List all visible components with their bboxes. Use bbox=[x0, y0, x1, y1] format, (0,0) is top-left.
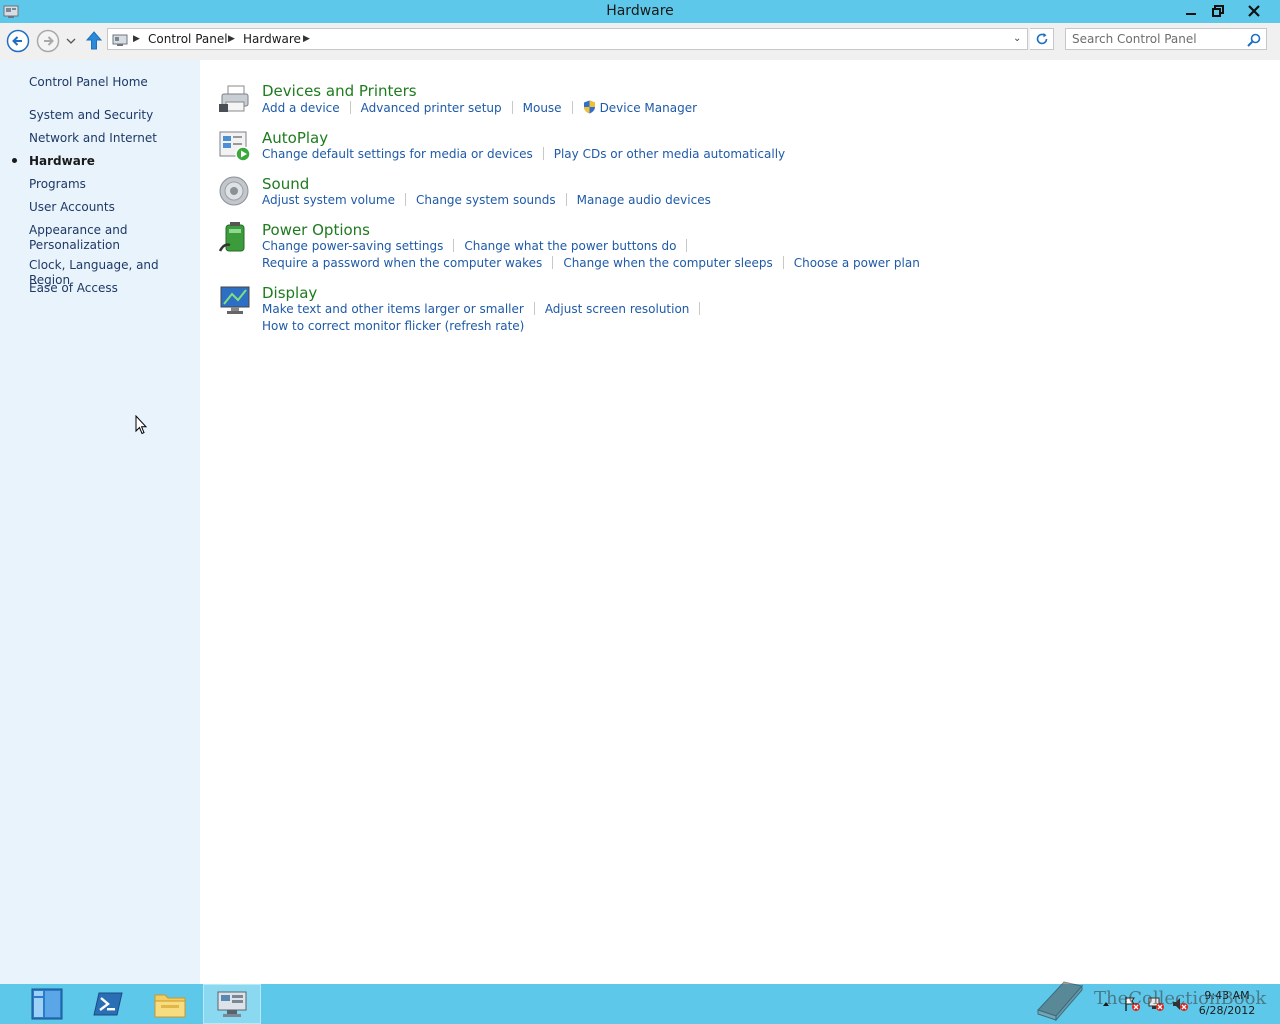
back-button[interactable] bbox=[6, 29, 30, 53]
link-play-cds-automatically[interactable]: Play CDs or other media automatically bbox=[554, 147, 785, 161]
watermark-text: TheCollectionBook bbox=[1094, 988, 1267, 1009]
category-links: Change power-saving settings Change what … bbox=[262, 239, 697, 253]
sidebar-item-label: Personalization bbox=[29, 238, 120, 252]
autoplay-icon[interactable] bbox=[218, 129, 252, 163]
refresh-button[interactable] bbox=[1030, 28, 1054, 50]
printer-icon[interactable] bbox=[218, 82, 252, 116]
link-choose-a-power-plan[interactable]: Choose a power plan bbox=[794, 256, 920, 270]
link-separator bbox=[686, 239, 688, 252]
window-title: Hardware bbox=[606, 3, 674, 19]
restore-icon bbox=[1211, 4, 1224, 17]
category-title[interactable]: Sound bbox=[262, 175, 309, 193]
link-change-system-sounds[interactable]: Change system sounds bbox=[416, 193, 556, 207]
link-advanced-printer-setup[interactable]: Advanced printer setup bbox=[361, 101, 502, 115]
watermark: TheCollectionBook bbox=[1030, 974, 1270, 1024]
breadcrumb-separator-icon[interactable]: ▶ bbox=[303, 34, 310, 44]
monitor-icon[interactable] bbox=[218, 284, 252, 318]
link-separator bbox=[565, 193, 567, 206]
link-adjust-system-volume[interactable]: Adjust system volume bbox=[262, 193, 395, 207]
link-separator bbox=[782, 256, 784, 269]
link-correct-monitor-flicker[interactable]: How to correct monitor flicker (refresh … bbox=[262, 319, 524, 333]
sidebar-item-network-and-internet[interactable]: Network and Internet bbox=[29, 131, 157, 146]
link-manage-audio-devices[interactable]: Manage audio devices bbox=[577, 193, 711, 207]
battery-icon[interactable] bbox=[218, 221, 252, 255]
taskbar-control-panel[interactable] bbox=[203, 984, 261, 1024]
refresh-icon bbox=[1036, 33, 1047, 45]
up-button[interactable] bbox=[84, 29, 104, 53]
link-separator bbox=[571, 101, 573, 114]
sidebar-item-hardware: Hardware bbox=[29, 154, 95, 168]
link-require-password-on-wake[interactable]: Require a password when the computer wak… bbox=[262, 256, 542, 270]
category-title[interactable]: Devices and Printers bbox=[262, 82, 417, 100]
title-bar: Hardware bbox=[0, 0, 1280, 23]
sidebar-item-programs[interactable]: Programs bbox=[29, 177, 86, 192]
link-add-a-device[interactable]: Add a device bbox=[262, 101, 340, 115]
search-icon[interactable] bbox=[1246, 32, 1262, 48]
mouse-cursor-icon bbox=[135, 415, 147, 435]
taskbar-powershell[interactable] bbox=[81, 984, 135, 1024]
link-change-power-buttons[interactable]: Change what the power buttons do bbox=[464, 239, 676, 253]
link-separator bbox=[511, 101, 513, 114]
category-links: Make text and other items larger or smal… bbox=[262, 302, 710, 316]
powershell-icon bbox=[93, 992, 123, 1016]
link-separator bbox=[542, 147, 544, 160]
link-separator bbox=[699, 302, 701, 315]
category-title[interactable]: AutoPlay bbox=[262, 129, 328, 147]
close-icon bbox=[1248, 4, 1260, 17]
category-title[interactable]: Display bbox=[262, 284, 317, 302]
link-separator bbox=[349, 101, 351, 114]
category-title[interactable]: Power Options bbox=[262, 221, 370, 239]
minimize-icon bbox=[1185, 12, 1196, 15]
taskbar-file-explorer[interactable] bbox=[143, 984, 197, 1024]
minimize-button[interactable] bbox=[1177, 0, 1204, 21]
category-links: Require a password when the computer wak… bbox=[262, 256, 920, 270]
restore-button[interactable] bbox=[1204, 0, 1231, 21]
book-logo-icon bbox=[1037, 981, 1083, 1022]
file-explorer-icon bbox=[154, 994, 186, 1018]
breadcrumb-hardware[interactable]: Hardware bbox=[243, 32, 301, 46]
search-box[interactable] bbox=[1065, 28, 1267, 50]
sidebar-item-ease-of-access[interactable]: Ease of Access bbox=[29, 281, 118, 296]
close-button[interactable] bbox=[1231, 0, 1277, 21]
category-links: Add a device Advanced printer setup Mouse D… bbox=[262, 100, 697, 115]
link-separator bbox=[453, 239, 455, 252]
uac-shield-icon bbox=[583, 100, 595, 114]
recent-pages-chevron-down-icon[interactable] bbox=[64, 29, 78, 53]
link-mouse[interactable]: Mouse bbox=[523, 101, 562, 115]
link-change-power-saving-settings[interactable]: Change power-saving settings bbox=[262, 239, 443, 253]
active-item-bullet bbox=[12, 158, 17, 163]
sidebar-item-appearance-and-personalization[interactable]: Appearance and Personalization bbox=[29, 223, 127, 253]
link-device-manager[interactable]: Device Manager bbox=[600, 101, 697, 115]
control-panel-location-icon bbox=[112, 34, 128, 46]
control-panel-icon bbox=[217, 991, 247, 1017]
link-separator bbox=[404, 193, 406, 206]
link-make-text-larger[interactable]: Make text and other items larger or smal… bbox=[262, 302, 524, 316]
server-manager-icon bbox=[31, 988, 63, 1020]
breadcrumb-control-panel[interactable]: Control Panel bbox=[148, 32, 228, 46]
link-change-default-media-settings[interactable]: Change default settings for media or dev… bbox=[262, 147, 533, 161]
category-links: How to correct monitor flicker (refresh … bbox=[262, 319, 524, 333]
sidebar-item-user-accounts[interactable]: User Accounts bbox=[29, 200, 115, 215]
link-separator bbox=[533, 302, 535, 315]
taskbar-server-manager[interactable] bbox=[20, 984, 74, 1024]
category-links: Change default settings for media or dev… bbox=[262, 147, 785, 161]
sidebar-item-system-and-security[interactable]: System and Security bbox=[29, 108, 153, 123]
link-separator bbox=[552, 256, 554, 269]
address-dropdown-chevron-down-icon[interactable]: ⌄ bbox=[1013, 33, 1021, 44]
navigation-bar: ▶ Control Panel ▶ Hardware ▶ ⌄ bbox=[0, 23, 1280, 60]
forward-button[interactable] bbox=[36, 29, 60, 53]
sidebar: Control Panel Home System and Security N… bbox=[0, 60, 200, 984]
link-adjust-screen-resolution[interactable]: Adjust screen resolution bbox=[545, 302, 690, 316]
breadcrumb-separator-icon[interactable]: ▶ bbox=[133, 34, 140, 44]
speaker-icon[interactable] bbox=[218, 175, 252, 209]
link-change-when-computer-sleeps[interactable]: Change when the computer sleeps bbox=[563, 256, 772, 270]
sidebar-item-control-panel-home[interactable]: Control Panel Home bbox=[29, 75, 148, 90]
main-content: Devices and Printers Add a device Advance… bbox=[200, 60, 1280, 984]
category-links: Adjust system volume Change system sounds… bbox=[262, 193, 711, 207]
breadcrumb-separator-icon[interactable]: ▶ bbox=[228, 34, 235, 44]
sidebar-item-label: Appearance and bbox=[29, 223, 128, 237]
address-bar[interactable]: ▶ Control Panel ▶ Hardware ▶ ⌄ bbox=[107, 28, 1028, 50]
search-input[interactable] bbox=[1072, 31, 1242, 47]
